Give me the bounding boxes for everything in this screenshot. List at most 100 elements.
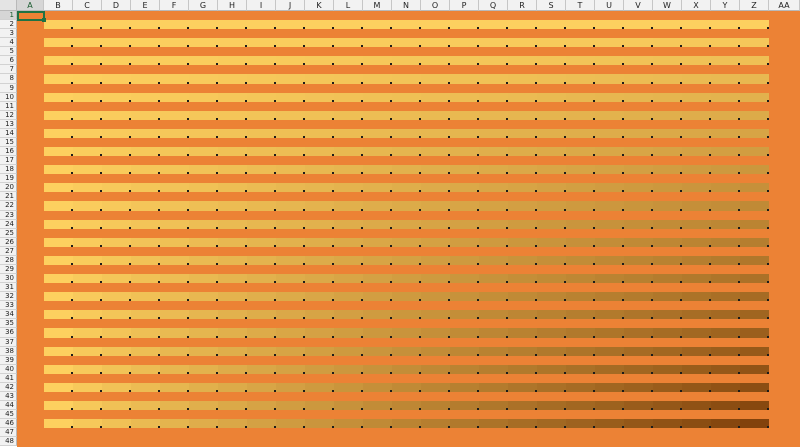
row-header-15[interactable]: 15 <box>0 137 17 148</box>
column-header-p[interactable]: P <box>450 0 479 11</box>
row-header-19[interactable]: 19 <box>0 174 17 184</box>
column-header-k[interactable]: K <box>305 0 334 11</box>
row-header-21[interactable]: 21 <box>0 192 17 202</box>
row-header-30[interactable]: 30 <box>0 274 17 284</box>
row-header-32[interactable]: 32 <box>0 292 17 302</box>
column-header-t[interactable]: T <box>566 0 595 11</box>
cell-n48[interactable] <box>392 437 421 447</box>
row-header-2[interactable]: 2 <box>0 20 17 30</box>
cell-z48[interactable] <box>740 437 769 447</box>
cell-aa48[interactable] <box>769 437 800 447</box>
cell-u48[interactable] <box>595 437 624 447</box>
cell-r48[interactable] <box>508 437 537 447</box>
column-header-q[interactable]: Q <box>479 0 508 11</box>
cell-l48[interactable] <box>334 437 363 447</box>
row-header-23[interactable]: 23 <box>0 210 17 220</box>
cell-p48[interactable] <box>450 437 479 447</box>
row-header-41[interactable]: 41 <box>0 373 17 383</box>
cell-e48[interactable] <box>131 437 160 447</box>
row-header-24[interactable]: 24 <box>0 219 17 229</box>
row-header-40[interactable]: 40 <box>0 364 17 374</box>
column-header-o[interactable]: O <box>421 0 450 11</box>
row-header-45[interactable]: 45 <box>0 410 17 420</box>
cell-y48[interactable] <box>711 437 740 447</box>
row-header-10[interactable]: 10 <box>0 92 17 102</box>
row-header-11[interactable]: 11 <box>0 101 17 111</box>
column-header-r[interactable]: R <box>508 0 537 11</box>
cell-i48[interactable] <box>247 437 276 447</box>
column-header-a[interactable]: A <box>17 0 44 11</box>
row-header-39[interactable]: 39 <box>0 355 17 365</box>
cell-a48[interactable] <box>17 437 44 447</box>
row-header-5[interactable]: 5 <box>0 47 17 57</box>
column-header-c[interactable]: C <box>73 0 102 11</box>
column-header-n[interactable]: N <box>392 0 421 11</box>
cell-w48[interactable] <box>653 437 682 447</box>
row-header-28[interactable]: 28 <box>0 255 17 265</box>
column-header-z[interactable]: Z <box>740 0 769 11</box>
column-header-s[interactable]: S <box>537 0 566 11</box>
cell-x48[interactable] <box>682 437 711 447</box>
row-header-33[interactable]: 33 <box>0 301 17 311</box>
row-header-18[interactable]: 18 <box>0 165 17 175</box>
cell-c48[interactable] <box>73 437 102 447</box>
row-header-16[interactable]: 16 <box>0 147 17 157</box>
column-header-x[interactable]: X <box>682 0 711 11</box>
row-header-26[interactable]: 26 <box>0 237 17 247</box>
column-header-d[interactable]: D <box>102 0 131 11</box>
column-header-m[interactable]: M <box>363 0 392 11</box>
row-header-34[interactable]: 34 <box>0 310 17 320</box>
row-header-6[interactable]: 6 <box>0 56 17 66</box>
cell-q48[interactable] <box>479 437 508 447</box>
cell-v48[interactable] <box>624 437 653 447</box>
column-header-aa[interactable]: AA <box>769 0 800 11</box>
column-header-i[interactable]: I <box>247 0 276 11</box>
column-header-j[interactable]: J <box>276 0 305 11</box>
column-header-w[interactable]: W <box>653 0 682 11</box>
cell-o48[interactable] <box>421 437 450 447</box>
row-header-22[interactable]: 22 <box>0 201 17 211</box>
column-header-g[interactable]: G <box>189 0 218 11</box>
row-header-25[interactable]: 25 <box>0 228 17 238</box>
row-header-31[interactable]: 31 <box>0 283 17 293</box>
cell-d48[interactable] <box>102 437 131 447</box>
column-header-b[interactable]: B <box>44 0 73 11</box>
column-header-h[interactable]: H <box>218 0 247 11</box>
column-header-y[interactable]: Y <box>711 0 740 11</box>
cell-g48[interactable] <box>189 437 218 447</box>
cell-s48[interactable] <box>537 437 566 447</box>
cell-m48[interactable] <box>363 437 392 447</box>
row-header-36[interactable]: 36 <box>0 328 17 338</box>
row-header-42[interactable]: 42 <box>0 382 17 392</box>
cell-h48[interactable] <box>218 437 247 447</box>
row-header-38[interactable]: 38 <box>0 346 17 356</box>
row-header-44[interactable]: 44 <box>0 401 17 411</box>
row-header-35[interactable]: 35 <box>0 319 17 329</box>
cell-k48[interactable] <box>305 437 334 447</box>
row-header-8[interactable]: 8 <box>0 74 17 84</box>
row-header-47[interactable]: 47 <box>0 428 17 438</box>
row-header-43[interactable]: 43 <box>0 391 17 401</box>
row-header-46[interactable]: 46 <box>0 419 17 429</box>
cell-j48[interactable] <box>276 437 305 447</box>
row-header-9[interactable]: 9 <box>0 83 17 93</box>
select-all-corner[interactable] <box>0 0 17 11</box>
row-header-3[interactable]: 3 <box>0 29 17 39</box>
column-header-e[interactable]: E <box>131 0 160 11</box>
row-header-37[interactable]: 37 <box>0 337 17 347</box>
row-header-7[interactable]: 7 <box>0 65 17 75</box>
column-header-f[interactable]: F <box>160 0 189 11</box>
row-header-13[interactable]: 13 <box>0 119 17 129</box>
row-header-27[interactable]: 27 <box>0 246 17 256</box>
spreadsheet-grid[interactable]: A B C D E F G H I J K L M N O P Q R S T U V W X Y Z AA 1 2 3 4 5 6 7 8 9 10… <box>0 0 800 447</box>
row-header-14[interactable]: 14 <box>0 128 17 138</box>
row-header-1[interactable]: 1 <box>0 11 17 21</box>
column-header-u[interactable]: U <box>595 0 624 11</box>
row-header-17[interactable]: 17 <box>0 156 17 166</box>
cell-f48[interactable] <box>160 437 189 447</box>
row-header-12[interactable]: 12 <box>0 110 17 120</box>
cell-t48[interactable] <box>566 437 595 447</box>
cell-b48[interactable] <box>44 437 73 447</box>
column-header-l[interactable]: L <box>334 0 363 11</box>
row-header-29[interactable]: 29 <box>0 264 17 275</box>
